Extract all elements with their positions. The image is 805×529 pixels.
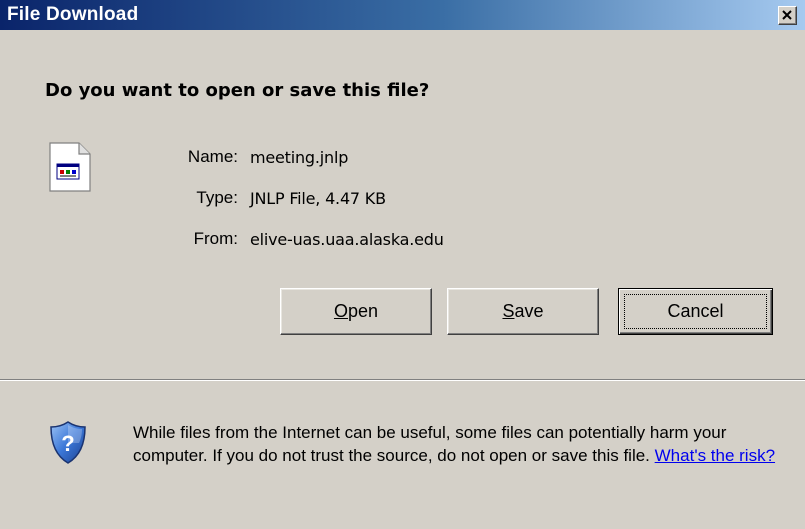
open-button[interactable]: Open — [280, 288, 432, 335]
security-shield-icon: ? — [50, 421, 86, 464]
type-value: JNLP File, 4.47 KB — [250, 189, 386, 208]
open-label: pen — [347, 301, 379, 321]
save-label: ave — [514, 301, 544, 321]
save-accesskey: S — [502, 301, 515, 321]
cancel-label: Cancel — [667, 301, 724, 321]
name-label: Name: — [187, 147, 238, 166]
close-icon — [782, 10, 792, 20]
divider — [0, 379, 805, 381]
whats-the-risk-link[interactable]: What's the risk? — [655, 446, 775, 465]
window-title: File Download — [7, 4, 139, 25]
open-accesskey: O — [333, 301, 348, 321]
save-button[interactable]: Save — [447, 288, 599, 335]
title-bar[interactable]: File Download — [0, 0, 805, 30]
warning-message: While files from the Internet can be use… — [133, 421, 793, 467]
cancel-button[interactable]: Cancel — [618, 288, 773, 335]
from-value: elive-uas.uaa.alaska.edu — [250, 230, 444, 249]
document-icon — [49, 142, 91, 192]
dialog-question: Do you want to open or save this file? — [45, 80, 430, 101]
from-label: From: — [193, 229, 238, 248]
type-label: Type: — [196, 188, 238, 207]
file-download-dialog: File Download Do you want to open or sav… — [0, 0, 805, 529]
svg-text:?: ? — [61, 431, 74, 456]
close-button[interactable] — [778, 6, 797, 25]
warning-text: While files from the Internet can be use… — [133, 423, 727, 465]
name-value: meeting.jnlp — [250, 148, 349, 167]
